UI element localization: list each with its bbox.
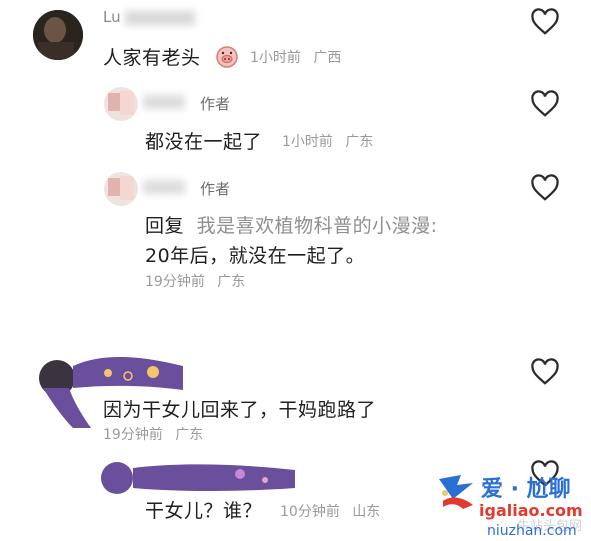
like-heart-icon[interactable] xyxy=(530,90,560,118)
avatar[interactable] xyxy=(104,172,138,206)
location: 广东 xyxy=(217,274,246,290)
like-heart-icon[interactable] xyxy=(530,358,560,386)
timestamp: 19分钟前 xyxy=(145,274,205,290)
comment-text: 人家有老头 xyxy=(103,47,201,69)
watermark-domain2: niuzhan.com xyxy=(487,523,577,539)
timestamp: 19分钟前 xyxy=(103,427,163,443)
avatar-image xyxy=(33,10,83,60)
avatar-image xyxy=(101,462,295,494)
comment-text: 因为干女儿回来了，干妈跑路了 xyxy=(103,399,377,421)
comment-text: 都没在一起了 xyxy=(145,131,263,153)
author-badge: 作者 xyxy=(200,180,231,198)
comment-meta: 1小时前 广西 xyxy=(250,47,349,67)
watermark: 爱 · 尬聊 igaliao.com 牛站头包网 niuzhan.com xyxy=(425,455,591,541)
location: 广东 xyxy=(175,427,204,443)
comment-text: 回复 我是喜欢植物科普的小漫漫: xyxy=(145,211,437,238)
avatar[interactable] xyxy=(100,458,300,498)
comment-meta: 19分钟前 广东 xyxy=(145,271,253,291)
comment-meta: 1小时前 广东 xyxy=(282,131,381,151)
blurred-username xyxy=(124,10,195,25)
like-heart-icon[interactable] xyxy=(530,174,560,202)
like-heart-icon[interactable] xyxy=(530,8,560,36)
pig-face-icon xyxy=(216,46,238,68)
blurred-username xyxy=(143,180,185,194)
watermark-brand: 爱 · 尬聊 xyxy=(481,477,571,502)
timestamp: 1小时前 xyxy=(282,134,333,150)
avatar[interactable] xyxy=(104,87,138,121)
avatar-image xyxy=(104,172,138,206)
blurred-username xyxy=(143,95,185,109)
username[interactable]: Lu xyxy=(103,8,195,26)
watermark-logo-icon xyxy=(439,475,473,509)
comment-meta: 19分钟前 广东 xyxy=(103,424,211,444)
comment-meta: 10分钟前 山东 xyxy=(280,501,388,521)
location: 广西 xyxy=(313,50,342,66)
timestamp: 1小时前 xyxy=(250,50,301,66)
reply-label: 回复 xyxy=(145,215,185,237)
avatar[interactable] xyxy=(33,10,83,60)
timestamp: 10分钟前 xyxy=(280,504,340,520)
avatar-image xyxy=(104,87,138,121)
comment-text-line2: 20年后，就没在一起了。 xyxy=(145,245,366,267)
comment-text: 干女儿？谁？ xyxy=(145,500,263,522)
location: 广东 xyxy=(345,134,374,150)
location: 山东 xyxy=(352,504,381,520)
author-badge: 作者 xyxy=(200,95,231,113)
reply-target[interactable]: 我是喜欢植物科普的小漫漫: xyxy=(197,215,438,237)
